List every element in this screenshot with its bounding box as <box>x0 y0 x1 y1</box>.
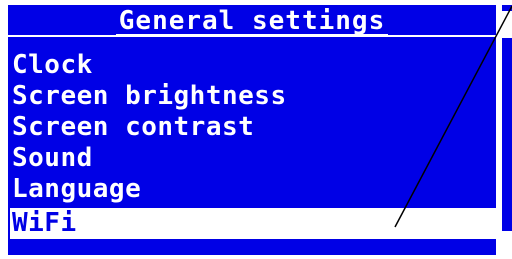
menu-item-clock[interactable]: Clock <box>12 50 93 81</box>
scrollbar[interactable] <box>502 38 512 231</box>
menu-item-screen-brightness[interactable]: Screen brightness <box>12 81 287 112</box>
settings-menu: Clock Screen brightness Screen contrast … <box>8 37 498 255</box>
menu-item-screen-contrast[interactable]: Screen contrast <box>12 112 254 143</box>
page-title: General settings <box>8 8 496 36</box>
title-bar: General settings <box>8 5 496 36</box>
menu-item-language[interactable]: Language <box>12 174 141 205</box>
menu-item-sound[interactable]: Sound <box>12 143 93 174</box>
menu-item-wifi[interactable]: WiFi <box>10 208 498 239</box>
lcd-screen: General settings Clock Screen brightness… <box>0 0 512 259</box>
scrollbar-top-cap <box>502 5 512 11</box>
